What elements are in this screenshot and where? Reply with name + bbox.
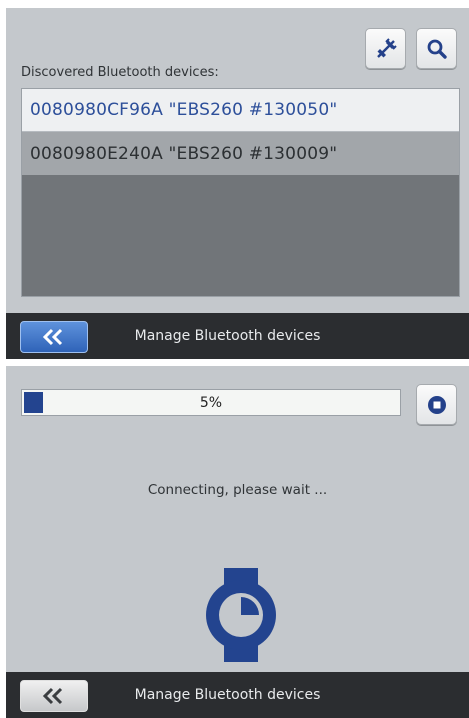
device-list[interactable]: 0080980CF96A "EBS260 #130050" 0080980E24…: [21, 88, 460, 297]
connecting-screen: 5% Connecting, please wait ... Manage Bl…: [6, 366, 469, 718]
screen-title: Manage Bluetooth devices: [134, 687, 321, 703]
progress-bar: 5%: [21, 389, 401, 416]
device-discovery-screen: Discovered Bluetooth devices: 0080980CF9…: [6, 8, 469, 359]
screen-title: Manage Bluetooth devices: [134, 328, 321, 344]
device-item[interactable]: 0080980E240A "EBS260 #130009": [22, 132, 459, 175]
status-text: Connecting, please wait ...: [147, 482, 328, 498]
bottom-bar: Manage Bluetooth devices: [6, 313, 469, 359]
progress-label: 5%: [199, 394, 223, 411]
search-button[interactable]: [416, 28, 457, 69]
discovered-devices-label: Discovered Bluetooth devices:: [21, 65, 219, 80]
plug-connect-icon: [376, 37, 397, 58]
magnifier-icon: [427, 39, 447, 59]
device-item-selected[interactable]: 0080980CF96A "EBS260 #130050": [22, 89, 459, 132]
bottom-bar: Manage Bluetooth devices: [6, 672, 469, 718]
connect-button[interactable]: [365, 28, 406, 69]
watch-icon: [203, 568, 279, 666]
stop-icon: [427, 395, 446, 414]
stop-button[interactable]: [416, 384, 457, 425]
